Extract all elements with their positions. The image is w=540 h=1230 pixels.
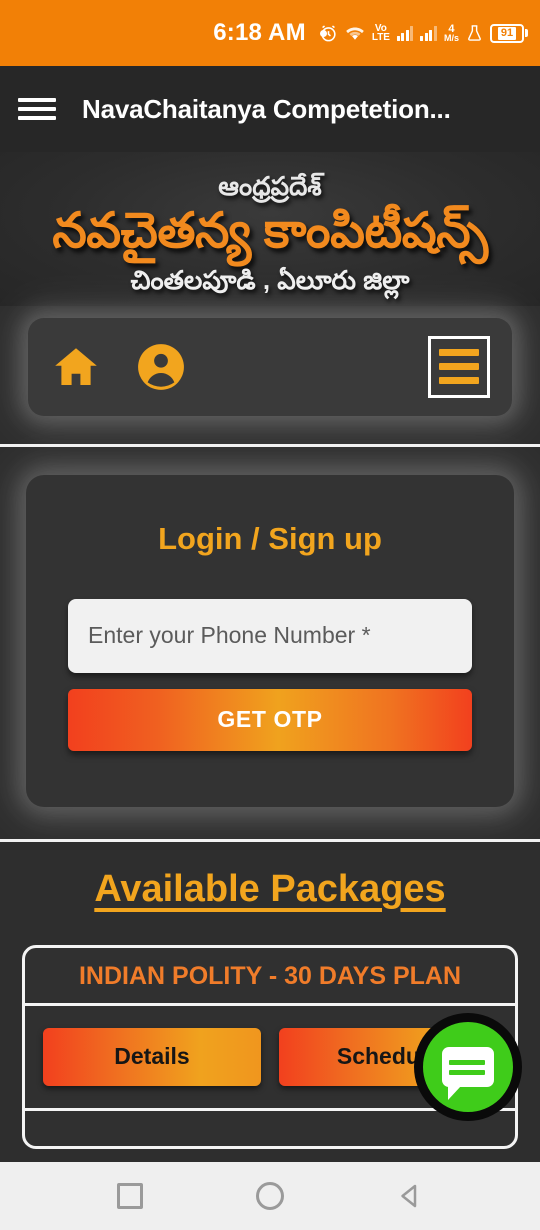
network-speed-indicator: 4 M/s (443, 22, 459, 43)
flask-icon (466, 24, 483, 42)
status-bar-icons: Vo LTE 4 M/s 91 (319, 0, 528, 66)
nav-strip (28, 317, 512, 416)
hamburger-menu-icon[interactable] (18, 94, 56, 124)
get-otp-button[interactable]: GET OTP (68, 688, 472, 751)
home-circle-icon[interactable] (235, 1162, 305, 1230)
nav-strip-wrapper (0, 305, 540, 444)
banner-state-name: ఆంధ్రప్రదేశ్ (218, 171, 322, 201)
packages-heading: Available Packages (94, 867, 446, 910)
login-card: Login / Sign up GET OTP (26, 474, 514, 807)
nav-hamburger-menu-icon[interactable] (428, 335, 490, 398)
banner: ఆంధ్రప్రదేశ్ నవచైతన్య కాంపిటీషన్స్ చింతల… (0, 152, 540, 306)
signal-bars-icon-2 (420, 25, 437, 41)
status-bar-center: 6:18 AM (213, 19, 327, 47)
chat-bubble-icon[interactable] (414, 1013, 522, 1121)
status-bar-clock: 6:18 AM (213, 19, 306, 46)
alarm-clock-icon (319, 24, 338, 43)
android-navigation-bar (0, 1162, 540, 1230)
package-details-button[interactable]: Details (43, 1027, 261, 1086)
banner-brand-name: నవచైతన్య కాంపిటీషన్స్ (52, 203, 488, 258)
login-title: Login / Sign up (158, 520, 382, 556)
phone-screen: 6:18 AM Vo LTE 4 M/s 91 NavaChaitanya Co… (0, 0, 540, 1230)
status-bar: 6:18 AM Vo LTE 4 M/s 91 (0, 0, 540, 66)
app-bar: NavaChaitanya Competetion... (0, 66, 540, 152)
banner-location: చింతలపూడి , ఏలూరు జిల్లా (130, 264, 410, 295)
login-section: Login / Sign up GET OTP (0, 446, 540, 839)
phone-number-input[interactable] (68, 598, 472, 673)
back-triangle-icon[interactable] (375, 1162, 445, 1230)
home-icon[interactable] (50, 343, 102, 391)
package-title: INDIAN POLITY - 30 DAYS PLAN (78, 961, 462, 990)
volte-indicator: Vo LTE (371, 22, 390, 43)
app-title: NavaChaitanya Competetion... (82, 93, 451, 124)
battery-indicator: 91 (490, 23, 528, 43)
signal-bars-icon (396, 25, 414, 41)
chat-bubble-shape (442, 1047, 494, 1100)
user-account-icon[interactable] (136, 342, 186, 392)
battery-level-label: 91 (497, 26, 517, 40)
recents-square-icon[interactable] (95, 1162, 165, 1230)
wifi-icon (345, 25, 365, 41)
